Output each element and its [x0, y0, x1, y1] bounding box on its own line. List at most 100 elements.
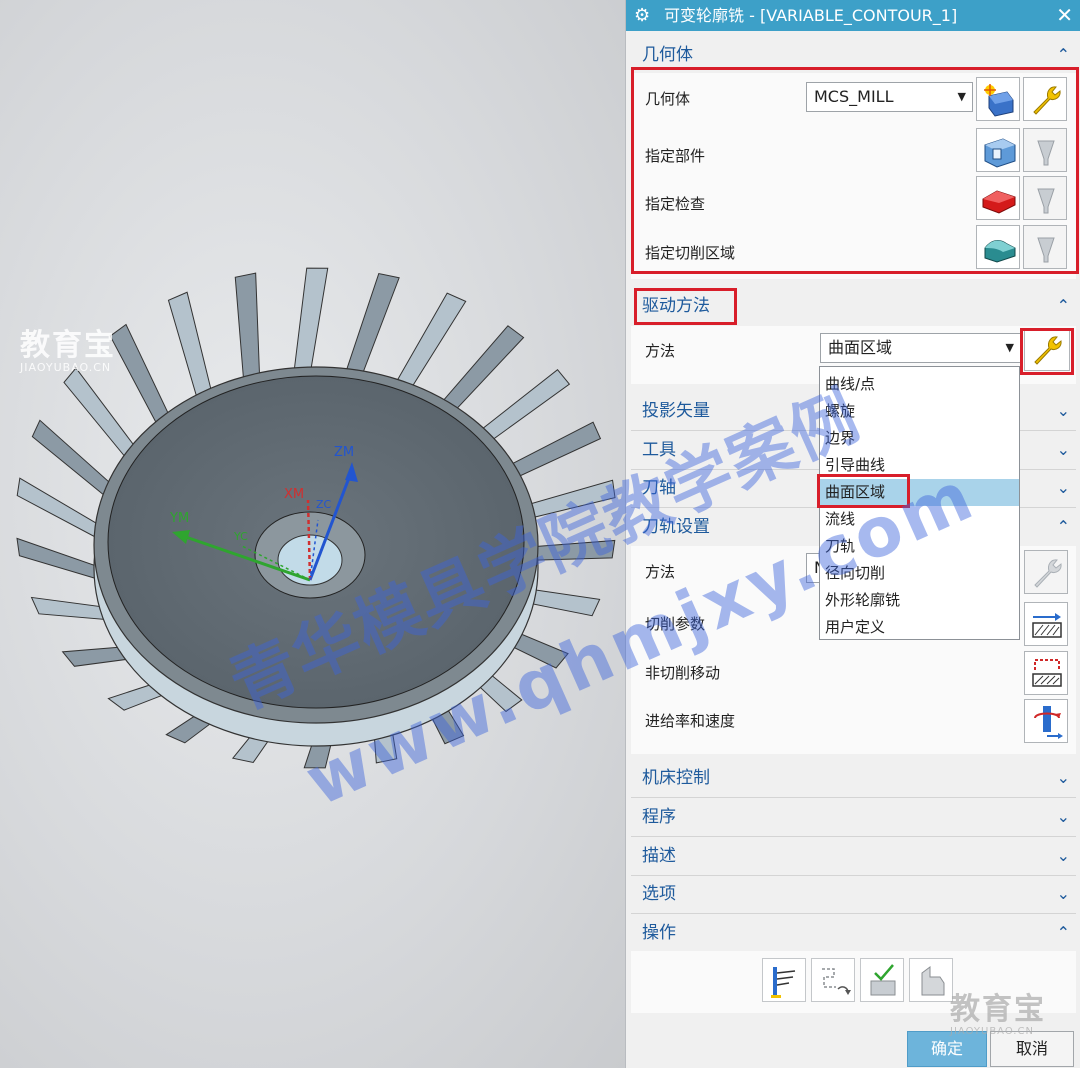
chevron-up-icon[interactable]: ⌃: [1057, 37, 1070, 73]
section-program-header[interactable]: 程序 ⌄: [631, 799, 1076, 835]
section-description-title: 描述: [642, 846, 676, 866]
edit-drive-method-button[interactable]: [1024, 329, 1070, 371]
divider: [631, 913, 1076, 914]
part-body-icon: [984, 138, 1016, 168]
gear-icon[interactable]: ⚙: [634, 0, 650, 31]
chevron-up-icon[interactable]: ⌃: [1057, 509, 1070, 545]
section-drive-method-header[interactable]: 驱动方法 ⌃: [631, 288, 1076, 324]
axis-label-ym: YM: [169, 511, 189, 526]
feeds-speeds-icon: [1034, 706, 1063, 739]
specify-check-label: 指定检查: [645, 195, 706, 213]
section-machine-control-header[interactable]: 机床控制 ⌄: [631, 760, 1076, 796]
path-method-label: 方法: [645, 563, 676, 581]
graphics-viewport[interactable]: ZM YM XM ZC YC 教育宝 JIAOYUBAO.CN: [0, 0, 625, 1068]
cut-params-label: 切削参数: [645, 615, 706, 633]
section-drive-method-title: 驱动方法: [642, 296, 710, 316]
drive-method-option[interactable]: 刀轨: [820, 533, 1019, 560]
new-geometry-button[interactable]: [976, 77, 1020, 121]
section-projection-vector-title: 投影矢量: [642, 401, 710, 421]
chevron-down-icon[interactable]: ⌄: [1057, 760, 1070, 796]
specify-cut-area-button[interactable]: [976, 225, 1020, 269]
verify-toolpath-button[interactable]: [860, 958, 904, 1002]
section-program-title: 程序: [642, 807, 676, 827]
section-operations-header[interactable]: 操作 ⌃: [631, 915, 1076, 951]
wrench-icon: [1033, 86, 1061, 115]
drive-method-option[interactable]: 螺旋: [820, 398, 1019, 425]
drive-method-option[interactable]: 引导曲线: [820, 452, 1019, 479]
section-description-header[interactable]: 描述 ⌄: [631, 838, 1076, 874]
check-body-icon: [982, 190, 1016, 214]
display-check-button[interactable]: [1023, 176, 1067, 220]
drive-method-select-value: 曲面区域: [828, 338, 893, 357]
specify-part-label: 指定部件: [645, 147, 706, 165]
section-geometry-header[interactable]: 几何体 ⌃: [631, 37, 1076, 73]
chevron-down-icon[interactable]: ⌄: [1057, 470, 1070, 506]
divider: [631, 836, 1076, 837]
impeller-model[interactable]: ZM YM XM ZC YC: [0, 0, 625, 1068]
list-toolpath-button[interactable]: [909, 958, 953, 1002]
feeds-speeds-button[interactable]: [1024, 699, 1068, 743]
replay-toolpath-button[interactable]: [811, 958, 855, 1002]
drive-method-option[interactable]: 曲面区域: [820, 479, 1019, 506]
section-path-settings-title: 刀轨设置: [642, 517, 710, 537]
feeds-speeds-label: 进给率和速度: [645, 712, 736, 730]
new-geometry-icon: [984, 84, 1014, 117]
display-part-button[interactable]: [1023, 128, 1067, 172]
wrench-icon: [1034, 336, 1062, 365]
display-cut-area-button[interactable]: [1023, 225, 1067, 269]
cut-params-icon: [1032, 613, 1062, 638]
drive-method-option[interactable]: 曲线/点: [820, 371, 1019, 398]
drive-method-label: 方法: [645, 342, 676, 360]
chevron-up-icon[interactable]: ⌃: [1057, 288, 1070, 324]
drive-method-option[interactable]: 流线: [820, 506, 1019, 533]
wrench-icon: [1034, 559, 1062, 588]
specify-check-button[interactable]: [976, 176, 1020, 220]
axis-label-yc: YC: [233, 530, 248, 543]
section-options-header[interactable]: 选项 ⌄: [631, 876, 1076, 912]
edit-path-method-button[interactable]: [1024, 550, 1068, 594]
geometry-select[interactable]: MCS_MILL ▼: [806, 82, 973, 112]
generate-toolpath-icon: [771, 967, 796, 998]
list-toolpath-icon: [921, 966, 945, 996]
section-geometry-title: 几何体: [642, 45, 693, 65]
section-tool-axis-title: 刀轴: [642, 478, 676, 498]
non-cut-moves-label: 非切削移动: [645, 664, 721, 682]
section-tool-title: 工具: [642, 440, 676, 460]
display-icon: [1037, 237, 1055, 263]
section-options-title: 选项: [642, 884, 676, 904]
close-icon[interactable]: ✕: [1056, 0, 1073, 31]
chevron-up-icon[interactable]: ⌃: [1057, 915, 1070, 951]
cut-params-button[interactable]: [1024, 602, 1068, 646]
drive-method-option[interactable]: 用户定义: [820, 614, 1019, 641]
chevron-down-icon[interactable]: ⌄: [1057, 876, 1070, 912]
chevron-down-icon: ▼: [1005, 341, 1014, 354]
specify-cut-area-label: 指定切削区域: [645, 244, 736, 262]
specify-part-button[interactable]: [976, 128, 1020, 172]
axis-label-zm: ZM: [334, 445, 354, 460]
non-cut-moves-button[interactable]: [1024, 651, 1068, 695]
drive-method-dropdown-list[interactable]: 曲线/点 螺旋 边界 引导曲线 曲面区域 流线 刀轨 径向切削 外形轮廓铣 用户定义: [819, 366, 1020, 640]
dialog-title: 可变轮廓铣 - [VARIABLE_CONTOUR_1]: [664, 6, 958, 25]
dialog-title-bar[interactable]: ⚙ 可变轮廓铣 - [VARIABLE_CONTOUR_1] ✕: [626, 0, 1080, 31]
chevron-down-icon[interactable]: ⌄: [1057, 393, 1070, 429]
replay-toolpath-icon: [822, 968, 851, 995]
jiaoyubao-watermark: 教育宝 JIAOYUBAO.CN: [950, 992, 1046, 1038]
edit-geometry-button[interactable]: [1023, 77, 1067, 121]
cut-area-icon: [984, 240, 1016, 263]
divider: [631, 797, 1076, 798]
drive-method-option[interactable]: 边界: [820, 425, 1019, 452]
chevron-down-icon[interactable]: ⌄: [1057, 838, 1070, 874]
geometry-select-value: MCS_MILL: [814, 87, 894, 106]
axis-label-xm: XM: [284, 487, 304, 502]
chevron-down-icon[interactable]: ⌄: [1057, 432, 1070, 468]
verify-toolpath-icon: [870, 964, 896, 996]
drive-method-select[interactable]: 曲面区域 ▼: [820, 333, 1021, 363]
section-operations-title: 操作: [642, 923, 676, 943]
generate-toolpath-button[interactable]: [762, 958, 806, 1002]
display-icon: [1037, 140, 1055, 166]
drive-method-option[interactable]: 外形轮廓铣: [820, 587, 1019, 614]
drive-method-option[interactable]: 径向切削: [820, 560, 1019, 587]
section-machine-control-title: 机床控制: [642, 768, 710, 788]
chevron-down-icon[interactable]: ⌄: [1057, 799, 1070, 835]
jiaoyubao-watermark: 教育宝 JIAOYUBAO.CN: [20, 328, 116, 374]
